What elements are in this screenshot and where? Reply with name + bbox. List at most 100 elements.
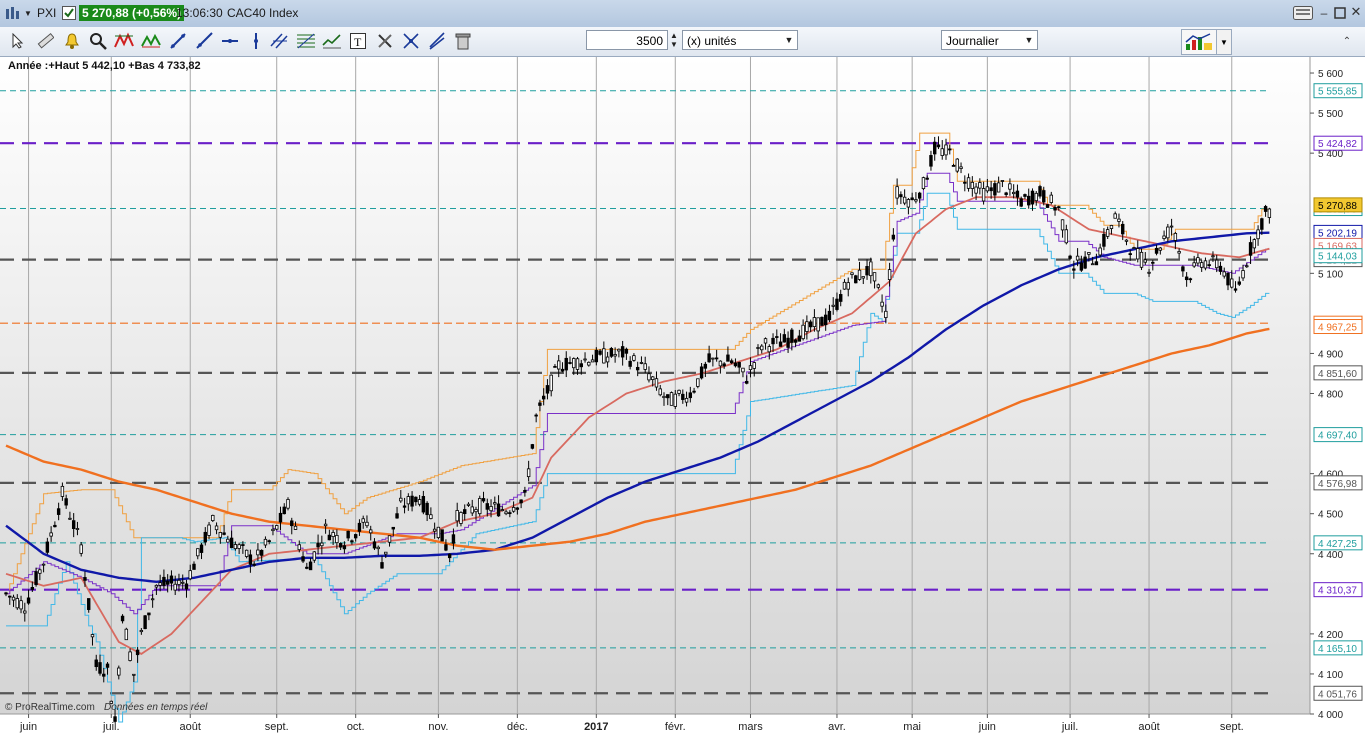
- x-tick-label: déc.: [507, 721, 528, 733]
- price-bar-body: [83, 577, 87, 581]
- price-bar-body: [658, 388, 662, 396]
- checkbox-icon[interactable]: [62, 6, 76, 20]
- price-bar-body: [275, 525, 279, 530]
- period-select[interactable]: Journalier ▼: [941, 30, 1038, 50]
- price-bar-body: [11, 596, 16, 601]
- units-select[interactable]: (x) unités ▼: [682, 30, 798, 50]
- price-bar-body: [808, 321, 813, 328]
- text-icon[interactable]: T: [348, 31, 368, 51]
- price-bar-body: [737, 362, 741, 368]
- price-bar-body: [714, 357, 719, 360]
- alarm-bell-icon[interactable]: [62, 31, 82, 51]
- price-bar-body: [1038, 186, 1042, 197]
- y-tick-label: 5 500: [1318, 109, 1343, 120]
- chevron-down-icon[interactable]: ▼: [1216, 29, 1232, 55]
- price-bar-body: [4, 592, 8, 595]
- price-bar-body: [218, 532, 223, 538]
- parallel-lines-icon[interactable]: [270, 31, 290, 51]
- minimize-icon[interactable]: ‒: [1317, 6, 1331, 20]
- price-bar-body: [831, 304, 835, 307]
- level-tag-label: 4 851,60: [1318, 369, 1357, 380]
- price-bar[interactable]: [921, 176, 926, 191]
- chevron-down-icon[interactable]: ▼: [24, 9, 32, 18]
- level-tag-label: 4 310,37: [1318, 586, 1357, 597]
- price-bar-body: [681, 393, 685, 400]
- price-bar-body: [1079, 262, 1084, 271]
- price-bar[interactable]: [955, 158, 959, 173]
- price-bar[interactable]: [143, 615, 147, 630]
- price-bar[interactable]: [820, 316, 824, 326]
- price-bar[interactable]: [854, 274, 858, 284]
- price-bar-body: [493, 502, 497, 505]
- y-tick-label: 4 900: [1318, 349, 1343, 360]
- price-bar-body: [609, 348, 614, 357]
- keyboard-icon[interactable]: [1293, 6, 1313, 20]
- price-bar-body: [763, 338, 768, 344]
- price-bar[interactable]: [436, 526, 441, 540]
- indicator-tag-label: 4 967,25: [1318, 323, 1357, 334]
- vertical-line-icon[interactable]: [246, 31, 266, 51]
- price-chart[interactable]: 5 6005 5005 4004 9004 8004 6004 5004 400…: [0, 57, 1365, 743]
- price-bar-body: [1027, 195, 1031, 206]
- price-bar-body: [406, 496, 411, 505]
- price-bar[interactable]: [124, 627, 129, 641]
- ray-icon[interactable]: [194, 31, 214, 51]
- price-bar-body: [801, 324, 805, 340]
- crossed-lines-icon[interactable]: [427, 31, 447, 51]
- price-bar-body: [857, 269, 862, 280]
- level-tag: 4 310,37: [1313, 582, 1363, 598]
- price-bar[interactable]: [1045, 204, 1050, 208]
- cross-arrows-icon[interactable]: [401, 31, 421, 51]
- zoom-icon[interactable]: [88, 31, 108, 51]
- price-bar[interactable]: [669, 391, 674, 406]
- price-bar-body: [447, 553, 452, 559]
- price-bar-body: [639, 362, 644, 364]
- price-bar-body: [617, 348, 621, 352]
- tools-icon[interactable]: [375, 31, 395, 51]
- close-icon[interactable]: ✕: [1349, 4, 1363, 19]
- price-bar[interactable]: [286, 497, 290, 511]
- indicators-button[interactable]: [1181, 29, 1217, 55]
- price-bar-body: [1075, 255, 1080, 261]
- horizontal-line-icon[interactable]: [220, 31, 240, 51]
- price-bar[interactable]: [478, 495, 482, 517]
- price-bar-body: [1207, 264, 1211, 267]
- line-icon[interactable]: [168, 31, 188, 51]
- channel-icon[interactable]: [322, 31, 342, 51]
- x-tick-label: mai: [903, 721, 921, 733]
- price-bar[interactable]: [440, 529, 444, 542]
- price-bar[interactable]: [530, 443, 535, 450]
- price-bar[interactable]: [211, 514, 215, 523]
- price-bar-body: [699, 366, 704, 379]
- price-bar-body: [34, 571, 38, 586]
- price-bar-body: [1233, 288, 1238, 291]
- price-bar-body: [87, 598, 91, 610]
- fibonacci-icon[interactable]: [296, 31, 316, 51]
- price-bar-body: [199, 544, 204, 553]
- price-bar-body: [891, 234, 896, 240]
- price-bar-body: [662, 395, 666, 399]
- chevron-down-icon: ▼: [1024, 35, 1034, 45]
- units-input[interactable]: 3500: [586, 30, 668, 50]
- x-tick-label: sept.: [265, 721, 289, 733]
- price-bar-body: [1166, 226, 1170, 239]
- price-bar-body: [572, 358, 576, 369]
- units-stepper-icon[interactable]: ▲ ▼: [668, 31, 680, 49]
- price-bar-body: [974, 186, 978, 194]
- price-bar-body: [102, 673, 106, 677]
- price-bar-body: [729, 360, 734, 364]
- price-bar-body: [786, 337, 790, 348]
- price-bar[interactable]: [609, 346, 614, 358]
- cursor-icon[interactable]: [8, 31, 28, 51]
- svg-text:T: T: [354, 35, 362, 49]
- title-bar: ▼ PXI 5 270,88 (+0,56%) 13:06:30 CAC40 I…: [0, 0, 1365, 28]
- ruler-icon[interactable]: [35, 31, 55, 51]
- chevron-up-icon[interactable]: ⌃: [1340, 31, 1354, 51]
- maximize-icon[interactable]: [1333, 6, 1347, 20]
- zigzag-green-icon[interactable]: [141, 31, 161, 51]
- price-bar-body: [203, 531, 207, 543]
- zigzag-red-icon[interactable]: [114, 31, 134, 51]
- price-bar-body: [1260, 218, 1264, 230]
- trash-icon[interactable]: [453, 31, 473, 51]
- symbol-label[interactable]: PXI: [37, 6, 56, 20]
